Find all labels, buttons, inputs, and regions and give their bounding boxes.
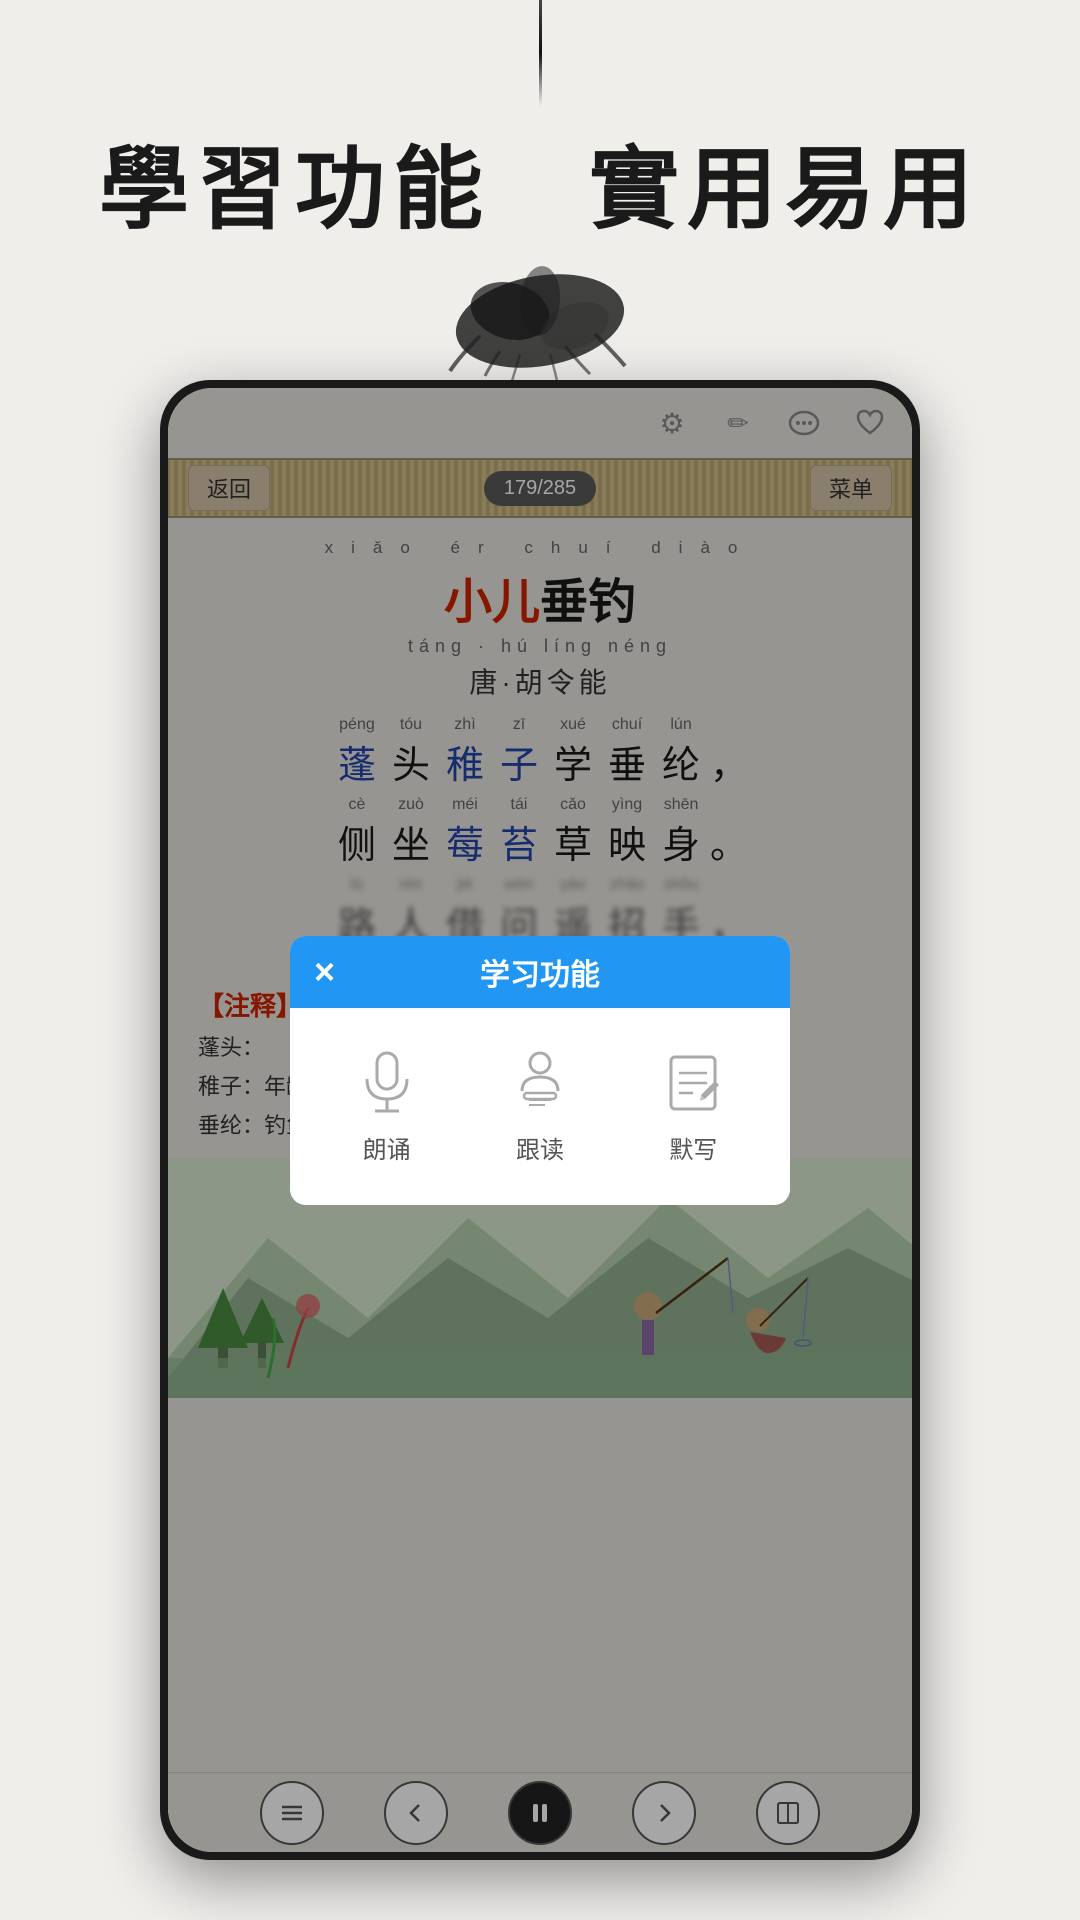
phone-screen: ⚙ ✏ 返回 179/285 菜单 xiǎo ér chuí diào 小儿垂钓… xyxy=(168,388,912,1852)
modal-item-dictation-label: 默写 xyxy=(669,1130,717,1165)
phone-frame: ⚙ ✏ 返回 179/285 菜单 xiǎo ér chuí diào 小儿垂钓… xyxy=(160,380,920,1860)
modal-close-button[interactable]: × xyxy=(314,951,335,993)
person-reading-icon xyxy=(505,1048,575,1118)
modal-body: 朗诵 跟读 xyxy=(290,1008,790,1205)
pencil-writing-icon xyxy=(658,1048,728,1118)
learning-modal: × 学习功能 朗诵 xyxy=(290,936,790,1205)
modal-overlay: × 学习功能 朗诵 xyxy=(168,388,912,1852)
microphone-icon xyxy=(352,1048,422,1118)
ink-blob-area xyxy=(420,246,660,400)
ink-drop-line xyxy=(539,0,542,106)
modal-item-reading[interactable]: 朗诵 xyxy=(352,1048,422,1165)
modal-item-dictation[interactable]: 默写 xyxy=(658,1048,728,1165)
ink-blob-svg xyxy=(420,246,660,386)
modal-item-reading-label: 朗诵 xyxy=(363,1130,411,1165)
top-area: 學習功能 實用易用 xyxy=(0,0,1080,400)
modal-header: × 学习功能 xyxy=(290,936,790,1008)
modal-item-follow[interactable]: 跟读 xyxy=(505,1048,575,1165)
main-title: 學習功能 實用易用 xyxy=(99,116,981,246)
modal-title: 学习功能 xyxy=(480,950,600,994)
modal-item-follow-label: 跟读 xyxy=(516,1130,564,1165)
